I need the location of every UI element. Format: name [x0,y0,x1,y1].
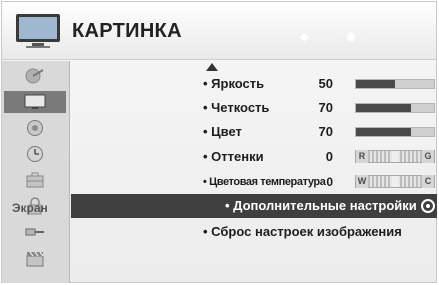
tint-center-marker [392,151,398,162]
sidebar-item-sound[interactable] [4,117,66,139]
level-bar[interactable] [355,127,435,137]
tint-balance-bar[interactable]: R G [355,150,435,163]
sidebar-item-picture[interactable] [4,91,66,113]
menu-item-sharpness[interactable]: • Четкость 70 [71,97,437,119]
menu-item-value: 70 [318,100,333,115]
temp-left-label: W [356,175,368,188]
menu-item-color-temperature[interactable]: • Цветовая температура 0 W C [71,171,437,193]
menu-item-tint[interactable]: • Оттенки 0 R G [71,146,437,168]
menu-item-brightness[interactable]: • Яркость 50 [71,73,437,95]
speaker-icon [27,120,43,136]
level-bar-fill [356,128,411,136]
menu-item-value: 0 [325,149,333,164]
menu-item-label: • Дополнительные настройки [225,198,417,213]
level-bar[interactable] [355,103,435,113]
scroll-up-arrow-icon[interactable] [206,63,218,71]
page-title: КАРТИНКА [72,20,182,42]
nav-hint: ◆ Двиг ◉ OK [300,30,379,44]
tint-right-label: G [422,150,434,163]
menu-header: КАРТИНКА ◆ Двиг ◉ OK [2,2,436,60]
menu-item-value: 50 [318,76,333,91]
four-way-arrow-icon: ◆ [300,31,309,43]
input-plug-icon [25,228,44,236]
menu-item-color[interactable]: • Цвет 70 [71,121,437,143]
sidebar-item-input[interactable] [4,221,66,243]
nav-hint-label: Двиг [314,30,341,43]
temp-right-label: C [422,175,434,188]
sidebar-item-options[interactable] [4,169,66,191]
menu-item-label: • Цвет [203,124,242,139]
settings-list: • Яркость 50 • Четкость 70 • Цвет 70 • О… [71,61,437,283]
level-bar-fill [356,80,395,88]
ok-circle-icon: ◉ [346,31,357,43]
menu-item-label: • Сброс настроек изображения [203,224,402,239]
satellite-dish-icon [25,68,44,84]
clock-icon [27,146,43,162]
ok-circle-icon [421,199,435,213]
tv-icon [16,14,60,48]
tint-left-label: R [356,150,368,163]
menu-item-advanced-settings[interactable]: • Дополнительные настройки [71,194,437,218]
category-sidebar [2,61,70,283]
clapperboard-icon [26,251,44,267]
tv-icon [24,94,46,109]
footer-section-label: Экран [12,201,48,215]
menu-item-label: • Четкость [203,100,270,115]
menu-item-label: • Оттенки [203,149,264,164]
menu-item-reset-picture[interactable]: • Сброс настроек изображения [71,221,437,243]
toolbox-icon [26,172,44,188]
temp-center-marker [392,176,398,187]
level-bar-fill [356,104,411,112]
color-temp-balance-bar[interactable]: W C [355,175,435,188]
sidebar-item-time[interactable] [4,143,66,165]
ok-hint-label: OK [362,30,379,43]
sidebar-item-media[interactable] [4,247,66,269]
level-bar[interactable] [355,79,435,89]
menu-item-value: 0 [326,175,333,189]
menu-item-label: • Яркость [203,76,265,91]
sidebar-item-channels[interactable] [4,65,66,87]
menu-item-value: 70 [318,124,333,139]
picture-menu-window: КАРТИНКА ◆ Двиг ◉ OK • Яркость 50 • Четк… [1,1,437,283]
